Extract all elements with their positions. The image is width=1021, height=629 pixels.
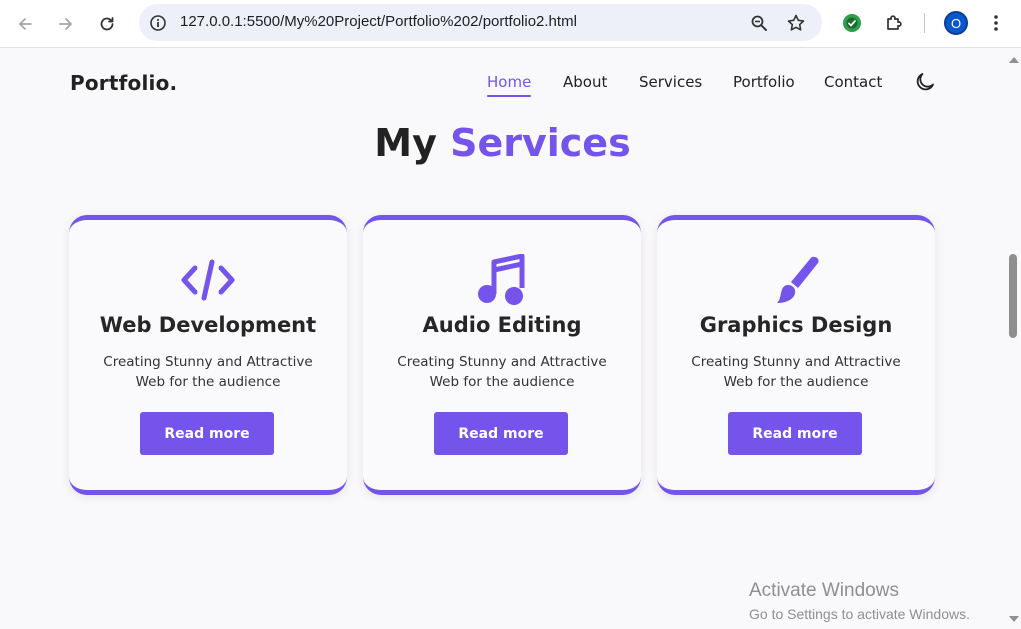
nav-link-services[interactable]: Services <box>639 73 702 91</box>
moon-icon[interactable] <box>913 70 937 94</box>
service-description: Creating Stunny and Attractive Web for t… <box>691 354 901 390</box>
nav-link-home[interactable]: Home <box>487 73 531 91</box>
toolbar-separator <box>924 13 925 33</box>
code-icon <box>69 250 347 310</box>
scroll-up-arrow-icon[interactable] <box>1009 57 1019 63</box>
site-info-icon[interactable] <box>147 12 169 34</box>
puzzle-extensions-icon[interactable] <box>881 10 907 36</box>
arrow-right-icon <box>59 18 72 30</box>
url-text[interactable]: 127.0.0.1:5500/My%20Project/Portfolio%20… <box>180 13 577 30</box>
windows-activation-watermark: Activate Windows Go to Settings to activ… <box>749 580 970 622</box>
forward-button[interactable] <box>52 10 80 38</box>
reload-button[interactable] <box>93 10 121 38</box>
service-title: Audio Editing <box>422 313 582 337</box>
service-description: Creating Stunny and Attractive Web for t… <box>397 354 607 390</box>
music-note-icon <box>363 250 641 310</box>
profile-avatar[interactable]: O <box>944 11 968 35</box>
vertical-scrollbar[interactable] <box>1005 49 1021 629</box>
scroll-thumb[interactable] <box>1009 254 1017 338</box>
extension-icon[interactable] <box>839 10 865 36</box>
back-button[interactable] <box>11 10 39 38</box>
service-title: Graphics Design <box>699 313 893 337</box>
watermark-subtitle: Go to Settings to activate Windows. <box>749 606 970 622</box>
section-title-plain: My <box>374 121 437 165</box>
service-card-graphics-design: Graphics Design Creating Stunny and Attr… <box>657 215 935 495</box>
read-more-button[interactable]: Read more <box>728 412 862 455</box>
zoom-icon[interactable] <box>748 12 770 34</box>
service-card-audio-editing: Audio Editing Creating Stunny and Attrac… <box>363 215 641 495</box>
service-description: Creating Stunny and Attractive Web for t… <box>103 354 313 390</box>
address-bar[interactable]: 127.0.0.1:5500/My%20Project/Portfolio%20… <box>139 4 822 41</box>
service-title: Web Development <box>99 313 317 337</box>
section-title-accent: Services <box>450 121 631 165</box>
read-more-button[interactable]: Read more <box>140 412 274 455</box>
nav-link-contact[interactable]: Contact <box>824 73 882 91</box>
nav-link-portfolio[interactable]: Portfolio <box>733 73 795 91</box>
section-title: My Services <box>0 121 1005 165</box>
arrow-left-icon <box>19 18 32 30</box>
bookmark-star-icon[interactable] <box>785 12 807 34</box>
nav-link-about[interactable]: About <box>563 73 607 91</box>
kebab-menu-icon[interactable] <box>983 10 1009 36</box>
nav-active-underline <box>487 95 531 97</box>
browser-toolbar: 127.0.0.1:5500/My%20Project/Portfolio%20… <box>0 0 1021 48</box>
paintbrush-icon <box>657 250 935 310</box>
read-more-button[interactable]: Read more <box>434 412 568 455</box>
reload-icon <box>100 17 114 31</box>
service-card-web-development: Web Development Creating Stunny and Attr… <box>69 215 347 495</box>
site-logo[interactable]: Portfolio. <box>70 71 177 95</box>
watermark-title: Activate Windows <box>749 580 899 601</box>
scroll-down-arrow-icon[interactable] <box>1009 616 1019 622</box>
page-content: Portfolio. Home About Services Portfolio… <box>0 49 1005 629</box>
